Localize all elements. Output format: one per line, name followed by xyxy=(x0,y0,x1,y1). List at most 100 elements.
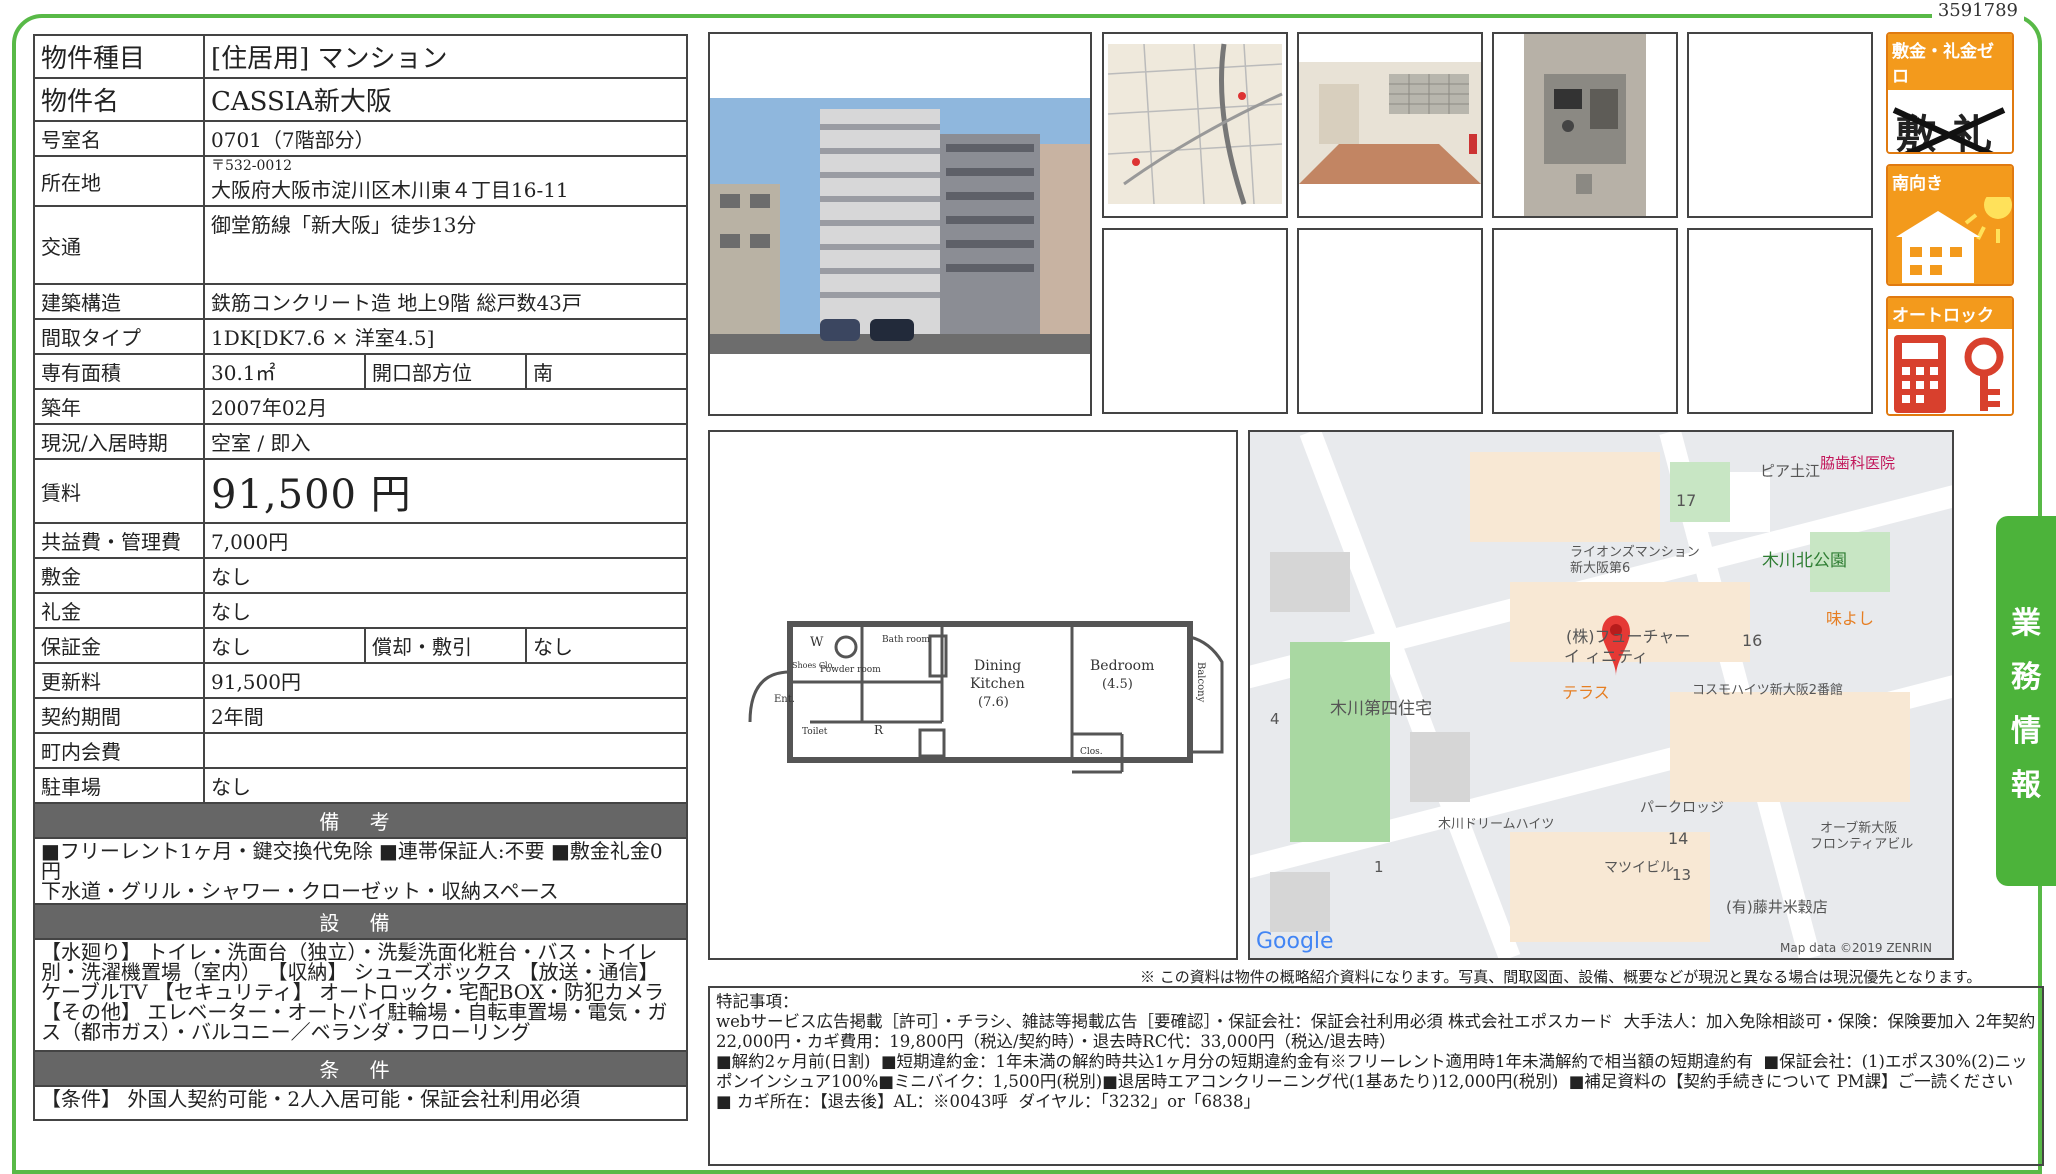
type-label: 物件種目 xyxy=(33,34,205,79)
guarantee-label: 保証金 xyxy=(33,627,205,664)
photo-slot-1 xyxy=(1687,32,1873,218)
joken-text: 【条件】 外国人契約可能・2人入居可能・保証会社利用必須 xyxy=(33,1085,688,1121)
disclaimer: ※ この資料は物件の概略紹介資料になります。写真、間取図面、設備、概要などが現況… xyxy=(1140,968,1982,986)
photo-slot-4 xyxy=(1492,228,1678,414)
deposit-label: 敷金 xyxy=(33,557,205,594)
map-label: ライオンズマンション xyxy=(1570,544,1700,560)
layout-value: 1DK[DK7.6 × 洋室4.5] xyxy=(203,318,688,355)
map-label: 14 xyxy=(1668,829,1688,848)
biko-header: 備 考 xyxy=(33,802,688,839)
map-label: パークロッジ xyxy=(1640,800,1724,816)
map-label: 新大阪第6 xyxy=(1570,560,1630,576)
fp-kitchen: Kitchen xyxy=(970,676,1025,692)
map-label: ピア土江 xyxy=(1760,462,1820,480)
room-label: 号室名 xyxy=(33,120,205,157)
badge-south-facing-title: 南向き xyxy=(1888,166,2012,197)
no-deposit-icon: 敷 礼 xyxy=(1888,90,2012,152)
business-info-tab[interactable]: 業 務 情 報 xyxy=(1996,516,2056,886)
map-label: 13 xyxy=(1672,866,1691,884)
address-cell: 〒532-0012 大阪府大阪市淀川区木川東４丁目16-11 xyxy=(203,155,688,207)
community-value xyxy=(203,732,688,769)
rent-value: 91,500 円 xyxy=(203,458,688,524)
address-value: 大阪府大阪市淀川区木川東４丁目16-11 xyxy=(211,178,569,202)
building-photo[interactable] xyxy=(708,32,1092,416)
address-label: 所在地 xyxy=(33,155,205,207)
amort-label: 償却・敷引 xyxy=(364,627,527,664)
transport-label: 交通 xyxy=(33,205,205,285)
name-value: CASSIA新大阪 xyxy=(203,77,688,122)
built-label: 築年 xyxy=(33,388,205,425)
map-label: 1 xyxy=(1374,858,1384,876)
structure-label: 建築構造 xyxy=(33,283,205,320)
guarantee-value: なし xyxy=(203,627,366,664)
setsubi-header: 設 備 xyxy=(33,903,688,940)
location-map[interactable]: Google Map data ©2019 ZENRIN ピア土江 脇歯科医院 … xyxy=(1248,430,1954,960)
amort-value: なし xyxy=(525,627,688,664)
autolock-icon xyxy=(1888,329,2012,414)
photo-slot-2 xyxy=(1102,228,1288,414)
fp-dining: Dining xyxy=(974,658,1021,674)
term-label: 契約期間 xyxy=(33,697,205,734)
map-label: オーブ新大阪 xyxy=(1820,820,1897,836)
fp-entrance: Ent. xyxy=(774,694,795,705)
renewal-value: 91,500円 xyxy=(203,662,688,699)
badge-autolock-title: オートロック xyxy=(1888,298,2012,329)
map-label: イ ィニティ xyxy=(1564,647,1648,666)
photo-slot-5 xyxy=(1687,228,1873,414)
layout-label: 間取タイプ xyxy=(33,318,205,355)
fp-bed-size: (4.5) xyxy=(1102,677,1133,692)
term-value: 2年間 xyxy=(203,697,688,734)
hallway-photo-thumbnail[interactable] xyxy=(1297,32,1483,218)
fp-toilet: Toilet xyxy=(802,727,828,737)
side-tab-char: 情 xyxy=(2011,714,2041,749)
photo-slot-3 xyxy=(1297,228,1483,414)
deposit-value: なし xyxy=(203,557,688,594)
keymoney-label: 礼金 xyxy=(33,592,205,629)
status-value: 空室 / 即入 xyxy=(203,423,688,460)
type-value: [住居用] マンション xyxy=(203,34,688,79)
map-label: 木川第四住宅 xyxy=(1330,699,1432,719)
fp-w: W xyxy=(810,635,824,650)
badge-south-facing: 南向き xyxy=(1886,164,2014,286)
renewal-label: 更新料 xyxy=(33,662,205,699)
facing-label: 開口部方位 xyxy=(364,353,527,390)
community-label: 町内会費 xyxy=(33,732,205,769)
side-tab-char: 務 xyxy=(2011,660,2041,695)
keymoney-value: なし xyxy=(203,592,688,629)
side-tab-char: 報 xyxy=(2011,768,2041,803)
map-label: 脇歯科医院 xyxy=(1820,454,1895,472)
name-label: 物件名 xyxy=(33,77,205,122)
fp-powder: Powder room xyxy=(820,665,881,675)
map-label: 4 xyxy=(1270,710,1280,728)
map-label: (株)フューチャー xyxy=(1566,627,1690,646)
intercom-photo-thumbnail[interactable] xyxy=(1492,32,1678,218)
remarks-line: webサービス広告掲載［許可］・チラシ、雑誌等掲載広告［要確認］・保証会社：保証… xyxy=(716,1012,2041,1051)
fp-dk-size: (7.6) xyxy=(978,695,1009,710)
map-label: フロンティアビル xyxy=(1810,837,1913,852)
fp-bath: Bath room xyxy=(882,635,930,645)
built-value: 2007年02月 xyxy=(203,388,688,425)
map-label: 味よし xyxy=(1826,609,1874,628)
parking-label: 駐車場 xyxy=(33,767,205,804)
document-id: 3591789 xyxy=(1931,0,2024,21)
postal-code: 〒532-0012 xyxy=(211,158,293,174)
remarks-title: 特記事項： xyxy=(716,992,799,1011)
area-label: 専有面積 xyxy=(33,353,205,390)
side-tab-char: 業 xyxy=(2011,606,2041,641)
fp-balcony: Balcony xyxy=(1195,662,1206,703)
floorplan[interactable]: W Bath room Shoes Clo. Powder room Ent. … xyxy=(708,430,1238,960)
map-copyright: Map data ©2019 ZENRIN xyxy=(1780,941,1932,955)
area-map-thumbnail[interactable] xyxy=(1102,32,1288,218)
map-label: コスモハイツ新大阪2番館 xyxy=(1692,682,1843,698)
rent-label: 賃料 xyxy=(33,458,205,524)
area-value: 30.1㎡ xyxy=(203,353,366,390)
property-table: 物件種目 [住居用] マンション 物件名 CASSIA新大阪 号室名 0701（7階部… xyxy=(33,34,688,1121)
facing-value: 南 xyxy=(525,353,688,390)
setsubi-text: 【水廻り】 トイレ・洗面台（独立）・洗髪洗面化粧台・バス・トイレ別・洗濯機置場（… xyxy=(33,938,688,1052)
map-label: マツイビル xyxy=(1604,860,1674,876)
map-label: 17 xyxy=(1676,491,1696,510)
fee-value: 7,000円 xyxy=(203,522,688,559)
remarks-line: ■解約2ヶ月前(日割) ■短期違約金：1年未満の解約時共込1ヶ月分の短期違約金有… xyxy=(716,1052,2028,1091)
joken-header: 条 件 xyxy=(33,1050,688,1087)
room-value: 0701（7階部分） xyxy=(203,120,688,157)
